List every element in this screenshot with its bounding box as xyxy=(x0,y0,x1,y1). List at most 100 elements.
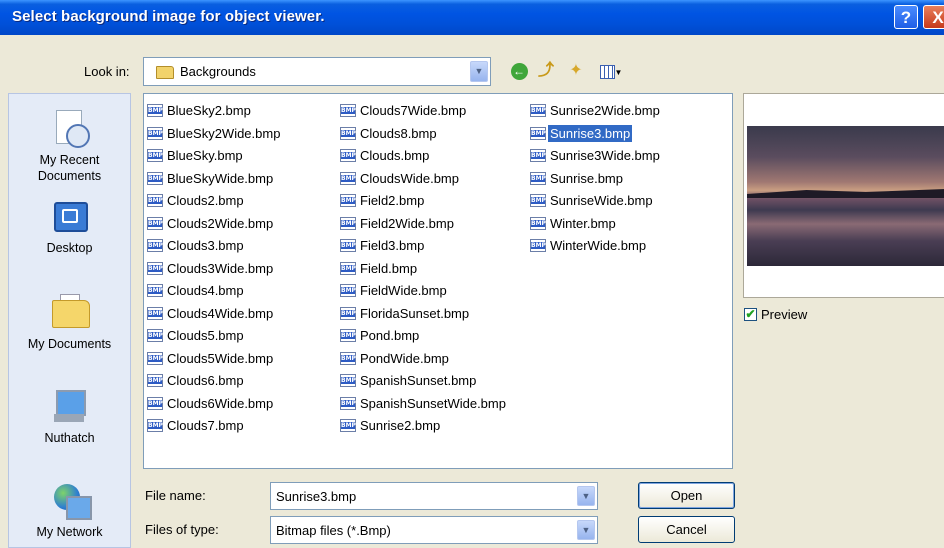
file-name-text: SpanishSunsetWide.bmp xyxy=(360,395,506,411)
list-item[interactable]: Clouds6.bmp xyxy=(147,370,282,393)
chevron-down-icon[interactable]: ▼ xyxy=(577,520,595,540)
new-folder-icon: ✦ xyxy=(569,62,583,79)
bmp-file-icon xyxy=(340,306,356,320)
help-button[interactable]: ? xyxy=(894,5,918,29)
list-item[interactable]: PondWide.bmp xyxy=(340,348,508,371)
file-name-text: Clouds4.bmp xyxy=(167,283,244,298)
file-name-field[interactable]: Sunrise3.bmp ▼ xyxy=(270,482,598,510)
place-label: Desktop xyxy=(46,241,93,255)
file-name-text: Sunrise3.bmp xyxy=(548,124,633,142)
list-item[interactable]: Clouds3Wide.bmp xyxy=(147,258,282,281)
list-item[interactable]: BlueSky.bmp xyxy=(147,145,282,168)
place-my-network[interactable]: My Network xyxy=(9,480,130,540)
bmp-file-icon xyxy=(340,149,356,163)
list-item[interactable]: Sunrise.bmp xyxy=(530,168,662,191)
title-bar[interactable]: Select background image for object viewe… xyxy=(0,0,944,35)
bmp-file-icon xyxy=(147,194,163,208)
bmp-file-icon xyxy=(530,126,546,140)
place-label: My Documents xyxy=(27,337,112,351)
list-item[interactable]: Field2Wide.bmp xyxy=(340,213,508,236)
chevron-down-icon[interactable]: ▼ xyxy=(470,61,488,82)
bmp-file-icon xyxy=(147,374,163,388)
list-item[interactable]: Clouds8.bmp xyxy=(340,123,508,146)
bmp-file-icon xyxy=(147,171,163,185)
list-item[interactable]: Clouds4.bmp xyxy=(147,280,282,303)
file-name-text: BlueSkyWide.bmp xyxy=(167,170,274,186)
list-item[interactable]: CloudsWide.bmp xyxy=(340,168,508,191)
preview-checkbox-row[interactable]: ✔ Preview xyxy=(744,306,807,322)
list-item[interactable]: Sunrise3Wide.bmp xyxy=(530,145,662,168)
close-button[interactable]: X xyxy=(923,5,944,29)
list-item[interactable]: FieldWide.bmp xyxy=(340,280,508,303)
list-item[interactable]: Field3.bmp xyxy=(340,235,508,258)
file-name-text: Clouds3Wide.bmp xyxy=(167,260,274,276)
place-desktop[interactable]: Desktop xyxy=(9,196,130,256)
bmp-file-icon xyxy=(147,306,163,320)
file-column: Sunrise2Wide.bmp Sunrise3.bmp Sunrise3Wide… xyxy=(530,100,662,258)
new-folder-button[interactable]: ✦ xyxy=(565,60,587,82)
list-item[interactable]: Sunrise3.bmp xyxy=(530,123,662,146)
list-item[interactable]: Clouds7Wide.bmp xyxy=(340,100,508,123)
file-name-text: Clouds6Wide.bmp xyxy=(167,395,274,411)
place-my-documents[interactable]: My Documents xyxy=(9,292,130,352)
list-item[interactable]: Sunrise2Wide.bmp xyxy=(530,100,662,123)
file-name-text: Clouds8.bmp xyxy=(360,125,437,141)
chevron-down-icon[interactable]: ▼ xyxy=(577,486,595,506)
cancel-button[interactable]: Cancel xyxy=(638,516,735,543)
look-in-dropdown[interactable]: Backgrounds ▼ xyxy=(143,57,491,86)
list-item[interactable]: Clouds5Wide.bmp xyxy=(147,348,282,371)
file-name-text: Sunrise2.bmp xyxy=(360,418,441,433)
file-name-text: Clouds2Wide.bmp xyxy=(167,215,274,231)
list-item[interactable]: Clouds4Wide.bmp xyxy=(147,303,282,326)
list-item[interactable]: WinterWide.bmp xyxy=(530,235,662,258)
window-title: Select background image for object viewe… xyxy=(12,8,325,25)
bmp-file-icon xyxy=(340,171,356,185)
list-item[interactable]: Clouds2.bmp xyxy=(147,190,282,213)
list-item[interactable]: Winter.bmp xyxy=(530,213,662,236)
bmp-file-icon xyxy=(147,351,163,365)
open-button[interactable]: Open xyxy=(638,482,735,509)
list-item[interactable]: Clouds3.bmp xyxy=(147,235,282,258)
place-nuthatch[interactable]: Nuthatch xyxy=(9,386,130,446)
place-recent-documents[interactable]: My Recent Documents xyxy=(9,108,130,184)
bmp-file-icon xyxy=(147,261,163,275)
desktop-icon xyxy=(50,196,90,236)
list-item[interactable]: Clouds5.bmp xyxy=(147,325,282,348)
up-one-level-button[interactable]: ⤴ xyxy=(535,60,557,82)
list-item[interactable]: Pond.bmp xyxy=(340,325,508,348)
back-button[interactable]: ← xyxy=(508,60,530,82)
view-menu-button[interactable]: ▼ xyxy=(596,60,626,82)
file-name-text: Clouds5Wide.bmp xyxy=(167,350,274,366)
bmp-file-icon xyxy=(530,239,546,253)
file-list[interactable]: BlueSky2.bmp BlueSky2Wide.bmp BlueSky.bmp B… xyxy=(143,93,733,469)
look-in-label: Look in: xyxy=(84,64,130,79)
file-type-label: Files of type: xyxy=(145,522,219,537)
list-item[interactable]: BlueSky2.bmp xyxy=(147,100,282,123)
list-item[interactable]: BlueSky2Wide.bmp xyxy=(147,123,282,146)
bmp-file-icon xyxy=(147,419,163,433)
list-item[interactable]: BlueSkyWide.bmp xyxy=(147,168,282,191)
computer-icon xyxy=(50,386,90,426)
list-item[interactable]: SpanishSunsetWide.bmp xyxy=(340,393,508,416)
list-item[interactable]: SunriseWide.bmp xyxy=(530,190,662,213)
preview-checkbox[interactable]: ✔ xyxy=(744,308,757,322)
list-item[interactable]: Clouds2Wide.bmp xyxy=(147,213,282,236)
file-type-select[interactable]: Bitmap files (*.Bmp) ▼ xyxy=(270,516,598,544)
bmp-file-icon xyxy=(530,216,546,230)
list-item[interactable]: Sunrise2.bmp xyxy=(340,415,508,438)
list-item[interactable]: FloridaSunset.bmp xyxy=(340,303,508,326)
list-item[interactable]: SpanishSunset.bmp xyxy=(340,370,508,393)
bmp-file-icon xyxy=(340,216,356,230)
list-item[interactable]: Clouds6Wide.bmp xyxy=(147,393,282,416)
bmp-file-icon xyxy=(147,329,163,343)
file-name-text: BlueSky2Wide.bmp xyxy=(167,125,281,141)
my-documents-icon xyxy=(50,292,90,332)
list-item[interactable]: Field2.bmp xyxy=(340,190,508,213)
list-item[interactable]: Clouds.bmp xyxy=(340,145,508,168)
list-item[interactable]: Field.bmp xyxy=(340,258,508,281)
back-arrow-icon: ← xyxy=(510,63,528,80)
list-item[interactable]: Clouds7.bmp xyxy=(147,415,282,438)
file-name-text: Field2Wide.bmp xyxy=(360,215,454,231)
bmp-file-icon xyxy=(147,126,163,140)
bmp-file-icon xyxy=(530,194,546,208)
